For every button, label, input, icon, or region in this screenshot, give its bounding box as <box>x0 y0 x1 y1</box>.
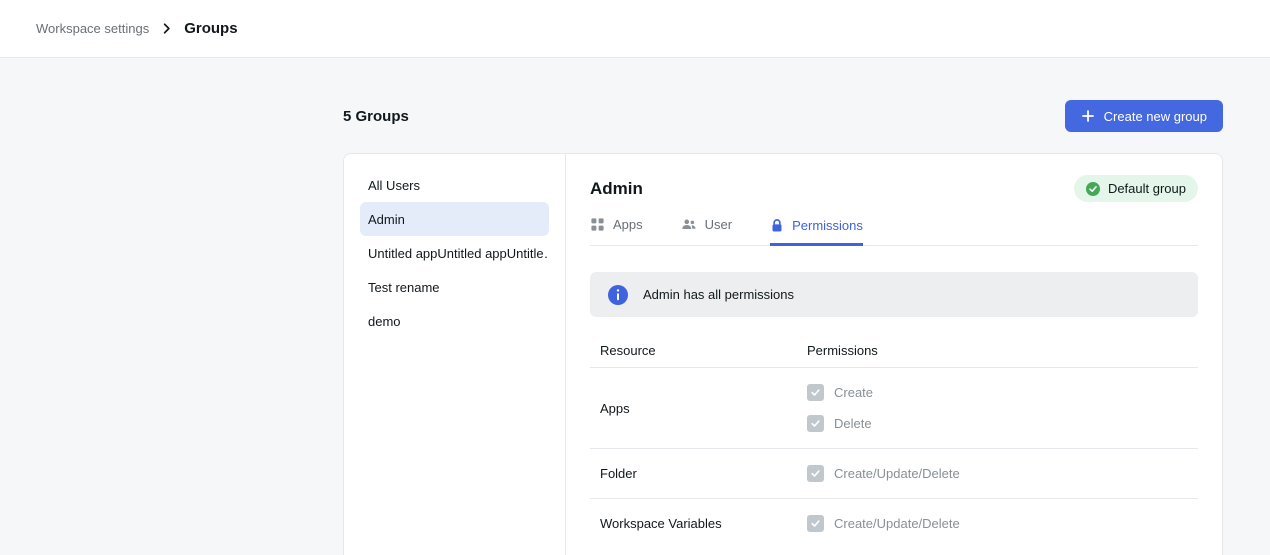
group-title: Admin <box>590 179 643 199</box>
create-new-group-button[interactable]: Create new group <box>1065 100 1223 132</box>
page-head: 5 Groups Create new group <box>343 100 1223 132</box>
tab-user[interactable]: User <box>681 217 732 245</box>
column-header-permissions: Permissions <box>807 343 1198 358</box>
group-detail-panel: Admin Default group Apps <box>566 154 1222 555</box>
resource-label: Apps <box>590 401 807 416</box>
breadcrumb-groups: Groups <box>184 20 237 37</box>
table-row-apps: Apps Create <box>590 368 1198 449</box>
group-detail-header: Admin Default group <box>590 175 1198 202</box>
permission-create: Create <box>807 384 1198 401</box>
tab-user-label: User <box>705 217 732 232</box>
info-icon <box>608 285 628 305</box>
default-group-badge: Default group <box>1074 175 1198 202</box>
tab-permissions-label: Permissions <box>792 218 863 233</box>
group-list-item-all-users[interactable]: All Users <box>360 168 549 202</box>
workspace-variables-cud-checkbox[interactable] <box>807 515 824 532</box>
default-group-badge-label: Default group <box>1108 181 1186 196</box>
group-list-item-demo[interactable]: demo <box>360 304 549 338</box>
permissions-table-header: Resource Permissions <box>590 331 1198 368</box>
tab-apps-label: Apps <box>613 217 643 232</box>
create-new-group-label: Create new group <box>1104 109 1207 124</box>
table-row-folder: Folder Create/Update/Delete <box>590 449 1198 499</box>
group-list-item-test-rename[interactable]: Test rename <box>360 270 549 304</box>
permissions-table: Resource Permissions Apps Create <box>590 331 1198 548</box>
group-list-item-admin[interactable]: Admin <box>360 202 549 236</box>
table-row-workspace-variables: Workspace Variables Create/Update/Delete <box>590 499 1198 548</box>
plus-icon <box>1081 109 1095 123</box>
groups-card: All Users Admin Untitled appUntitled app… <box>343 153 1223 555</box>
check-circle-icon <box>1086 182 1100 196</box>
permission-workspace-variables-cud: Create/Update/Delete <box>807 515 1198 532</box>
group-list-item-untitled-app[interactable]: Untitled appUntitled appUntitle… <box>360 236 549 270</box>
delete-checkbox[interactable] <box>807 415 824 432</box>
permission-label: Create <box>834 385 873 400</box>
resource-label: Workspace Variables <box>590 516 807 531</box>
permission-folder-cud: Create/Update/Delete <box>807 465 1198 482</box>
groups-page: 5 Groups Create new group All Users Admi… <box>0 58 1270 555</box>
chevron-right-icon <box>159 21 174 36</box>
tab-permissions[interactable]: Permissions <box>770 217 863 246</box>
permission-label: Create/Update/Delete <box>834 466 960 481</box>
banner-text: Admin has all permissions <box>643 287 794 302</box>
permission-label: Create/Update/Delete <box>834 516 960 531</box>
top-header: Workspace settings Groups <box>0 0 1270 58</box>
apps-grid-icon <box>590 217 605 232</box>
groups-count-label: 5 Groups <box>343 108 409 125</box>
lock-icon <box>770 218 784 233</box>
column-header-resource: Resource <box>590 343 807 358</box>
users-icon <box>681 217 697 232</box>
breadcrumb-workspace-settings[interactable]: Workspace settings <box>36 21 149 36</box>
resource-label: Folder <box>590 466 807 481</box>
permission-delete: Delete <box>807 415 1198 432</box>
group-list-sidebar: All Users Admin Untitled appUntitled app… <box>344 154 566 555</box>
folder-cud-checkbox[interactable] <box>807 465 824 482</box>
permissions-info-banner: Admin has all permissions <box>590 272 1198 317</box>
breadcrumb: Workspace settings Groups <box>36 20 238 37</box>
permission-label: Delete <box>834 416 872 431</box>
tab-apps[interactable]: Apps <box>590 217 643 245</box>
create-checkbox[interactable] <box>807 384 824 401</box>
group-detail-tabs: Apps User Permissions <box>590 217 1198 246</box>
